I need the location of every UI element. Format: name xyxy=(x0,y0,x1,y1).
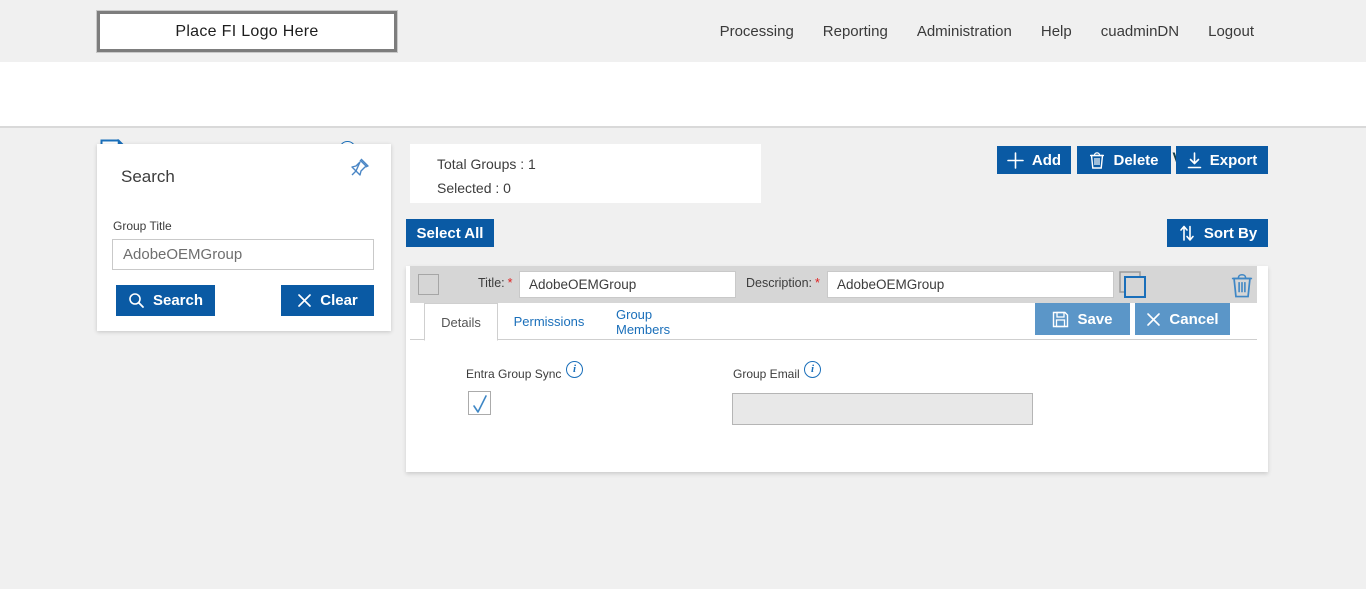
download-icon xyxy=(1187,152,1202,169)
nav-item-help[interactable]: Help xyxy=(1041,23,1072,40)
nav-item-administration[interactable]: Administration xyxy=(917,23,1012,40)
title-required-marker: * xyxy=(508,276,513,290)
fi-logo-placeholder: Place FI Logo Here xyxy=(97,11,397,52)
group-title-input[interactable] xyxy=(112,239,374,270)
clear-button[interactable]: Clear xyxy=(281,285,374,316)
entra-group-sync-info-icon[interactable]: i xyxy=(566,361,583,378)
save-button-label: Save xyxy=(1077,311,1112,328)
row-delete-icon[interactable] xyxy=(1230,272,1254,298)
sort-icon xyxy=(1178,224,1196,242)
entra-group-sync-checkbox[interactable] xyxy=(468,391,491,415)
description-label: Description:* xyxy=(746,276,820,290)
group-maintenance-screen: Place FI Logo Here Processing Reporting … xyxy=(0,0,1366,589)
title-label: Title:* xyxy=(478,276,513,290)
search-panel: Search Group Title Search Clear xyxy=(97,144,391,331)
checkmark-icon xyxy=(471,394,489,414)
cancel-button-label: Cancel xyxy=(1169,311,1218,328)
export-button-label: Export xyxy=(1210,152,1258,169)
group-email-input[interactable] xyxy=(732,393,1033,425)
tab-group-members[interactable]: Group Members xyxy=(616,303,708,340)
sort-by-button[interactable]: Sort By xyxy=(1167,219,1268,247)
group-email-label: Group Email xyxy=(733,367,800,381)
tab-details[interactable]: Details xyxy=(424,303,498,341)
search-button[interactable]: Search xyxy=(116,285,215,316)
nav-item-reporting[interactable]: Reporting xyxy=(823,23,888,40)
select-all-button[interactable]: Select All xyxy=(406,219,494,247)
pin-panel-icon[interactable] xyxy=(347,156,371,180)
entra-group-sync-label: Entra Group Sync xyxy=(466,367,561,381)
add-button-label: Add xyxy=(1032,152,1061,169)
sort-by-button-label: Sort By xyxy=(1204,225,1257,242)
x-icon xyxy=(297,293,312,308)
group-title-label: Group Title xyxy=(113,219,172,233)
top-navigation: Processing Reporting Administration Help… xyxy=(720,0,1254,62)
group-email-info-icon[interactable]: i xyxy=(804,361,821,378)
title-input[interactable] xyxy=(519,271,736,298)
search-panel-title: Search xyxy=(121,167,175,187)
delete-button[interactable]: Delete xyxy=(1077,146,1171,174)
select-all-button-label: Select All xyxy=(417,225,484,242)
nav-item-logout[interactable]: Logout xyxy=(1208,23,1254,40)
nav-item-user-cuadmindn[interactable]: cuadminDN xyxy=(1101,23,1179,40)
search-icon xyxy=(128,292,145,309)
cancel-button[interactable]: Cancel xyxy=(1135,303,1230,335)
export-button[interactable]: Export xyxy=(1176,146,1268,174)
nav-item-processing[interactable]: Processing xyxy=(720,23,794,40)
plus-icon xyxy=(1007,152,1024,169)
details-tab-content: Entra Group Sync i Group Email i xyxy=(406,341,1268,472)
trash-icon xyxy=(1089,151,1105,169)
add-button[interactable]: Add xyxy=(997,146,1071,174)
tab-permissions[interactable]: Permissions xyxy=(514,303,584,340)
group-edit-panel: Title:* Description:* Details Permission… xyxy=(406,266,1268,472)
save-icon xyxy=(1052,311,1069,328)
total-groups-count: Total Groups : 1 xyxy=(437,156,536,172)
group-row: Title:* Description:* xyxy=(410,266,1257,303)
copy-icon[interactable] xyxy=(1116,269,1148,301)
save-button[interactable]: Save xyxy=(1035,303,1130,335)
fi-logo-text: Place FI Logo Here xyxy=(175,23,318,41)
description-input[interactable] xyxy=(827,271,1114,298)
description-required-marker: * xyxy=(815,276,820,290)
row-select-checkbox[interactable] xyxy=(418,274,439,295)
clear-button-label: Clear xyxy=(320,292,358,309)
selected-count: Selected : 0 xyxy=(437,180,511,196)
cancel-x-icon xyxy=(1146,312,1161,327)
summary-panel: Total Groups : 1 Selected : 0 xyxy=(410,144,761,203)
search-button-label: Search xyxy=(153,292,203,309)
delete-button-label: Delete xyxy=(1113,152,1158,169)
page-header: Group Maintenance i Kinective Sign xyxy=(0,62,1366,128)
top-bar: Place FI Logo Here Processing Reporting … xyxy=(0,0,1366,62)
